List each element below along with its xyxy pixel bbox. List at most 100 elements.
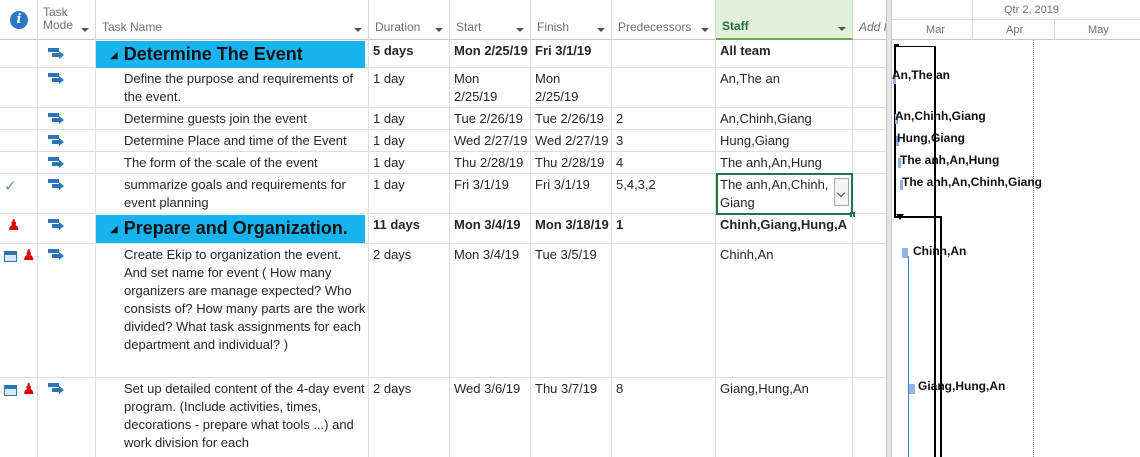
staff-cell[interactable]: Hung,Giang bbox=[716, 130, 853, 151]
duration-cell[interactable]: 11 days bbox=[369, 214, 450, 243]
predecessors-cell[interactable] bbox=[612, 40, 716, 67]
finish-header[interactable]: Finish bbox=[531, 0, 612, 40]
finish-cell[interactable]: Thu 3/7/19 bbox=[531, 378, 612, 457]
chevron-down-icon[interactable] bbox=[701, 28, 709, 32]
predecessors-cell[interactable]: 2 bbox=[612, 108, 716, 129]
task-mode-cell[interactable] bbox=[38, 108, 96, 129]
task-mode-cell[interactable] bbox=[38, 152, 96, 173]
table-row[interactable]: The form of the scale of the event 1 day… bbox=[0, 152, 886, 174]
add-new-cell[interactable] bbox=[853, 152, 886, 173]
table-row[interactable]: Define the purpose and requirements of t… bbox=[0, 68, 886, 108]
table-row[interactable]: Determine Place and time of the Event 1 … bbox=[0, 130, 886, 152]
staff-cell[interactable]: The anh,An,Hung bbox=[716, 152, 853, 173]
collapse-triangle-icon[interactable]: ◢ bbox=[110, 224, 118, 235]
duration-cell[interactable]: 2 days bbox=[369, 378, 450, 457]
predecessors-cell[interactable]: 8 bbox=[612, 378, 716, 457]
chevron-down-icon[interactable] bbox=[435, 28, 443, 32]
task-bar[interactable] bbox=[902, 248, 908, 258]
add-new-cell[interactable] bbox=[853, 130, 886, 151]
chevron-down-icon[interactable] bbox=[516, 28, 524, 32]
collapse-triangle-icon[interactable]: ◢ bbox=[110, 50, 118, 61]
task-name-cell[interactable]: ◢ Prepare and Organization. bbox=[96, 214, 369, 243]
task-mode-cell[interactable] bbox=[38, 378, 96, 457]
task-mode-cell[interactable] bbox=[38, 68, 96, 107]
task-name-cell[interactable]: Set up detailed content of the 4-day eve… bbox=[96, 378, 369, 457]
start-cell[interactable]: Mon 3/4/19 bbox=[450, 214, 531, 243]
start-cell[interactable]: Mon 2/25/19 bbox=[450, 40, 531, 67]
task-mode-cell[interactable] bbox=[38, 130, 96, 151]
staff-cell[interactable]: Giang,Hung,An bbox=[716, 378, 853, 457]
add-new-cell[interactable] bbox=[853, 108, 886, 129]
task-bar[interactable] bbox=[909, 384, 915, 394]
finish-cell[interactable]: Thu 2/28/19 bbox=[531, 152, 612, 173]
task-name-cell[interactable]: ◢ Determine The Event bbox=[96, 40, 369, 67]
task-mode-cell[interactable] bbox=[38, 40, 96, 67]
predecessors-cell[interactable] bbox=[612, 68, 716, 107]
add-new-cell[interactable] bbox=[853, 68, 886, 107]
finish-cell[interactable]: Fri 3/1/19 bbox=[531, 40, 612, 67]
task-name-cell[interactable]: summarize goals and requirements for eve… bbox=[96, 174, 369, 213]
duration-cell[interactable]: 1 day bbox=[369, 130, 450, 151]
add-new-cell[interactable] bbox=[853, 40, 886, 67]
info-column-header[interactable]: i bbox=[0, 0, 38, 40]
duration-cell[interactable]: 1 day bbox=[369, 68, 450, 107]
chevron-down-icon[interactable] bbox=[354, 28, 362, 32]
task-mode-cell[interactable] bbox=[38, 244, 96, 377]
staff-cell[interactable]: Chinh,An bbox=[716, 244, 853, 377]
predecessors-cell[interactable]: 3 bbox=[612, 130, 716, 151]
chevron-down-icon[interactable] bbox=[597, 28, 605, 32]
task-name-cell[interactable]: Define the purpose and requirements of t… bbox=[96, 68, 369, 107]
task-mode-cell[interactable] bbox=[38, 174, 96, 213]
chevron-down-icon[interactable] bbox=[81, 28, 89, 32]
chevron-down-icon[interactable] bbox=[838, 27, 846, 31]
staff-cell[interactable]: Chinh,Giang,Hung,A bbox=[716, 214, 853, 243]
task-name-cell[interactable]: Determine guests join the event bbox=[96, 108, 369, 129]
finish-cell[interactable]: Wed 2/27/19 bbox=[531, 130, 612, 151]
table-row[interactable]: ♟ Set up detailed content of the 4-day e… bbox=[0, 378, 886, 457]
task-name-cell[interactable]: Create Ekip to organization the event. A… bbox=[96, 244, 369, 377]
predecessors-cell[interactable]: 5,4,3,2 bbox=[612, 174, 716, 213]
duration-cell[interactable]: 2 days bbox=[369, 244, 450, 377]
predecessors-cell[interactable] bbox=[612, 244, 716, 377]
duration-cell[interactable]: 1 day bbox=[369, 108, 450, 129]
finish-cell[interactable]: Tue 3/5/19 bbox=[531, 244, 612, 377]
add-new-cell[interactable] bbox=[853, 244, 886, 377]
finish-cell[interactable]: Fri 3/1/19 bbox=[531, 174, 612, 213]
start-cell[interactable]: Wed 3/6/19 bbox=[450, 378, 531, 457]
start-cell[interactable]: Fri 3/1/19 bbox=[450, 174, 531, 213]
predecessors-cell[interactable]: 1 bbox=[612, 214, 716, 243]
staff-header[interactable]: Staff bbox=[716, 0, 853, 40]
staff-cell[interactable]: An,The an bbox=[716, 68, 853, 107]
duration-cell[interactable]: 5 days bbox=[369, 40, 450, 67]
add-new-cell[interactable] bbox=[853, 214, 886, 243]
task-mode-cell[interactable] bbox=[38, 214, 96, 243]
task-name-header[interactable]: Task Name bbox=[96, 0, 369, 40]
staff-cell[interactable]: All team bbox=[716, 40, 853, 67]
duration-cell[interactable]: 1 day bbox=[369, 152, 450, 173]
add-new-cell[interactable] bbox=[853, 378, 886, 457]
table-row[interactable]: ♟ ◢ Prepare and Organization. 11 days Mon… bbox=[0, 214, 886, 244]
task-name-cell[interactable]: The form of the scale of the event bbox=[96, 152, 369, 173]
finish-cell[interactable]: Mon 2/25/19 bbox=[531, 68, 612, 107]
table-row[interactable]: ◢ Determine The Event 5 days Mon 2/25/19 … bbox=[0, 40, 886, 68]
add-new-cell[interactable] bbox=[853, 174, 886, 213]
task-mode-header[interactable]: Task Mode bbox=[38, 0, 96, 40]
start-cell[interactable]: Thu 2/28/19 bbox=[450, 152, 531, 173]
start-cell[interactable]: Mon 2/25/19 bbox=[450, 68, 531, 107]
finish-cell[interactable]: Mon 3/18/19 bbox=[531, 214, 612, 243]
start-header[interactable]: Start bbox=[450, 0, 531, 40]
duration-header[interactable]: Duration bbox=[369, 0, 450, 40]
start-cell[interactable]: Wed 2/27/19 bbox=[450, 130, 531, 151]
table-row[interactable]: Determine guests join the event 1 day Tu… bbox=[0, 108, 886, 130]
finish-cell[interactable]: Tue 2/26/19 bbox=[531, 108, 612, 129]
table-row[interactable]: ♟ Create Ekip to organization the event.… bbox=[0, 244, 886, 378]
duration-cell[interactable]: 1 day bbox=[369, 174, 450, 213]
task-name-cell[interactable]: Determine Place and time of the Event bbox=[96, 130, 369, 151]
start-cell[interactable]: Mon 3/4/19 bbox=[450, 244, 531, 377]
predecessors-header[interactable]: Predecessors bbox=[612, 0, 716, 40]
add-new-column-header[interactable]: Add N bbox=[853, 0, 886, 40]
staff-dropdown-button[interactable] bbox=[834, 178, 849, 206]
staff-cell[interactable]: An,Chinh,Giang bbox=[716, 108, 853, 129]
predecessors-cell[interactable]: 4 bbox=[612, 152, 716, 173]
start-cell[interactable]: Tue 2/26/19 bbox=[450, 108, 531, 129]
